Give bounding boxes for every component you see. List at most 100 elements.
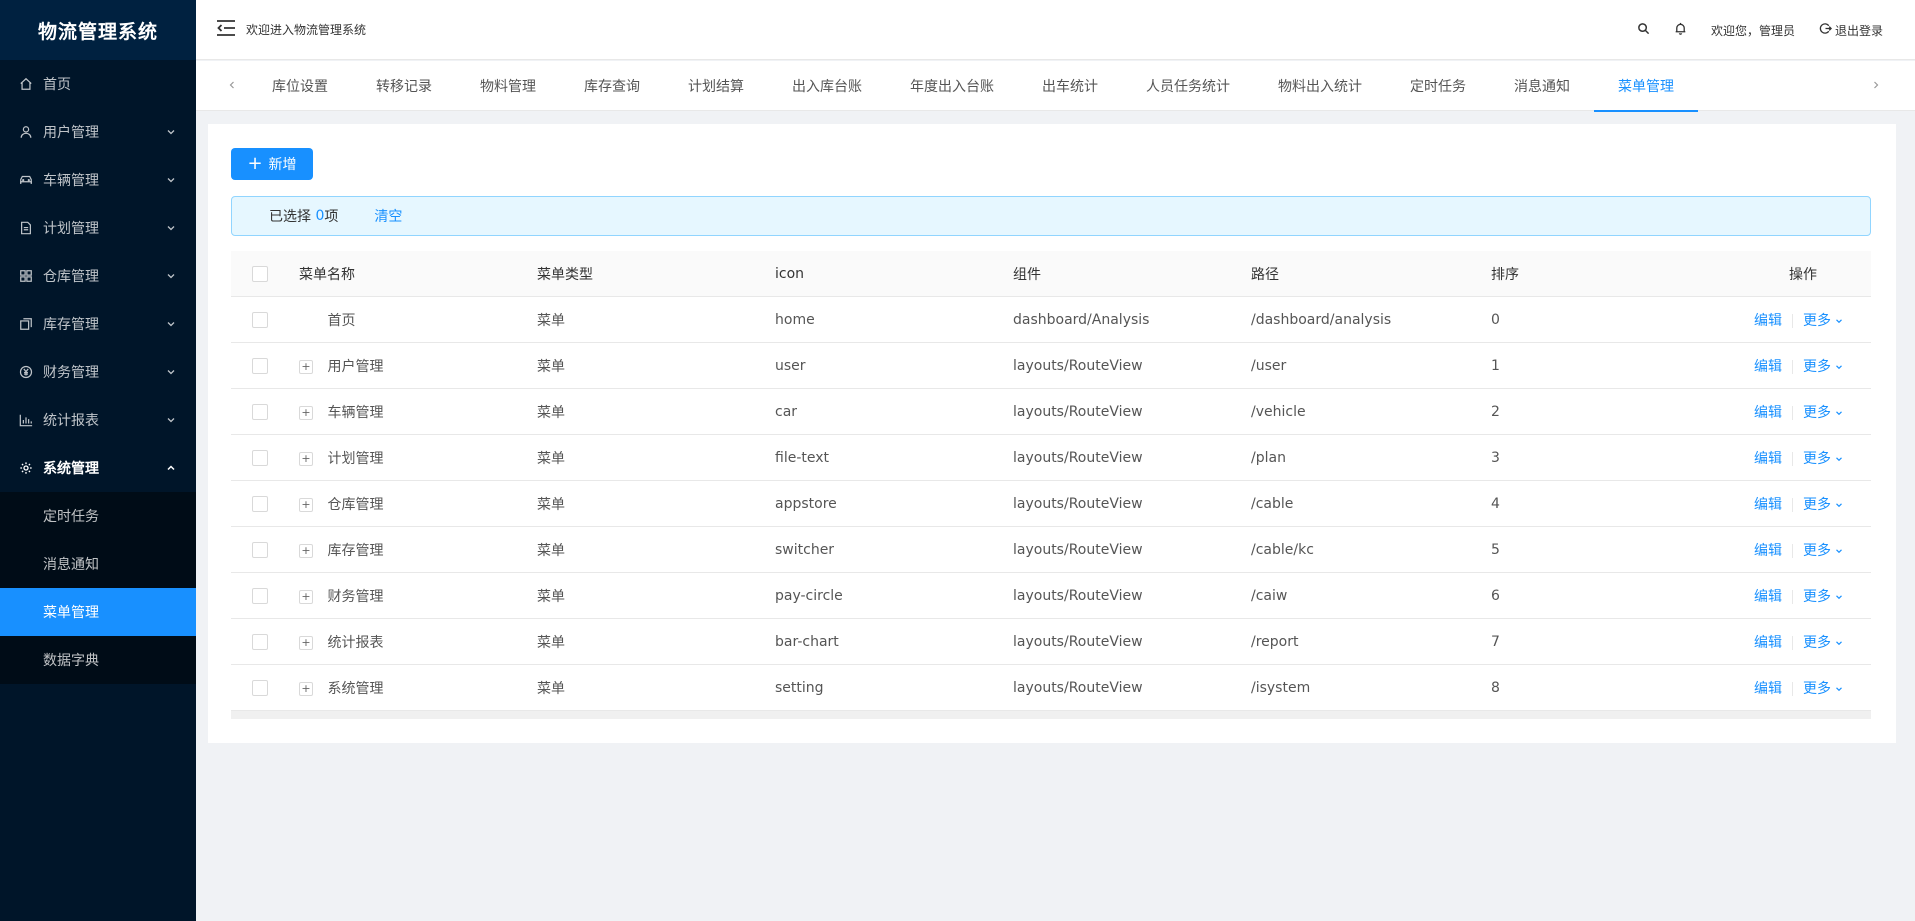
edit-link[interactable]: 编辑 xyxy=(1754,635,1782,651)
row-checkbox[interactable] xyxy=(252,587,268,604)
home-icon xyxy=(19,77,33,91)
tab-vehicle-stats[interactable]: 出车统计 xyxy=(1018,61,1122,111)
more-dropdown[interactable]: 更多 xyxy=(1803,405,1843,421)
sidebar-item-inventory[interactable]: 库存管理 xyxy=(0,300,196,348)
expand-icon[interactable]: + xyxy=(299,681,313,696)
expand-icon[interactable]: + xyxy=(299,543,313,558)
edit-link[interactable]: 编辑 xyxy=(1754,451,1782,467)
logout-icon xyxy=(1819,22,1832,38)
edit-link[interactable]: 编辑 xyxy=(1754,359,1782,375)
sidebar-item-home[interactable]: 首页 xyxy=(0,60,196,108)
table-row: + 仓库管理 菜单 appstore layouts/RouteView /ca… xyxy=(231,481,1871,527)
sidebar-item-reports[interactable]: 统计报表 xyxy=(0,396,196,444)
divider xyxy=(1792,451,1793,466)
tab-plan-settlement[interactable]: 计划结算 xyxy=(664,61,768,111)
more-dropdown[interactable]: 更多 xyxy=(1803,497,1843,513)
submenu-item-notifications[interactable]: 消息通知 xyxy=(0,540,196,588)
appstore-icon xyxy=(19,269,33,283)
chevron-down-icon xyxy=(166,367,176,377)
submenu-item-menu-management[interactable]: 菜单管理 xyxy=(0,588,196,636)
tab-staff-task-stats[interactable]: 人员任务统计 xyxy=(1122,61,1254,111)
row-checkbox[interactable] xyxy=(252,357,268,374)
sidebar-item-warehouse[interactable]: 仓库管理 xyxy=(0,252,196,300)
tab-label: 出入库台账 xyxy=(792,79,862,95)
table-row: + 财务管理 菜单 pay-circle layouts/RouteView /… xyxy=(231,573,1871,619)
sidebar-item-plans[interactable]: 计划管理 xyxy=(0,204,196,252)
row-checkbox[interactable] xyxy=(252,495,268,512)
select-all-checkbox[interactable] xyxy=(252,265,268,282)
sidebar-item-users[interactable]: 用户管理 xyxy=(0,108,196,156)
edit-link[interactable]: 编辑 xyxy=(1754,681,1782,697)
notification-button[interactable] xyxy=(1662,0,1699,60)
sidebar-item-finance[interactable]: 财务管理 xyxy=(0,348,196,396)
more-dropdown[interactable]: 更多 xyxy=(1803,313,1843,329)
row-checkbox[interactable] xyxy=(252,311,268,328)
expand-icon[interactable]: + xyxy=(299,635,313,650)
submenu-item-data-dictionary[interactable]: 数据字典 xyxy=(0,636,196,684)
submenu-item-label: 菜单管理 xyxy=(43,605,99,621)
more-label: 更多 xyxy=(1803,680,1831,697)
tab-label: 库位设置 xyxy=(272,79,328,95)
column-header-icon: icon xyxy=(775,265,805,282)
menu-component: layouts/RouteView xyxy=(1013,633,1143,650)
more-dropdown[interactable]: 更多 xyxy=(1803,589,1843,605)
tab-materials[interactable]: 物料管理 xyxy=(456,61,560,111)
sidebar-item-vehicles[interactable]: 车辆管理 xyxy=(0,156,196,204)
edit-link[interactable]: 编辑 xyxy=(1754,497,1782,513)
logout-button[interactable]: 退出登录 xyxy=(1807,0,1915,60)
horizontal-scrollbar[interactable] xyxy=(231,711,1871,719)
tab-inventory-query[interactable]: 库存查询 xyxy=(560,61,664,111)
user-menu[interactable]: 欢迎您，管理员 xyxy=(1699,0,1807,60)
submenu-item-scheduled-tasks[interactable]: 定时任务 xyxy=(0,492,196,540)
sidebar-item-system[interactable]: 系统管理 xyxy=(0,444,196,492)
divider xyxy=(1792,589,1793,604)
sidebar-item-label: 仓库管理 xyxy=(43,269,99,285)
tab-scheduled-tasks[interactable]: 定时任务 xyxy=(1386,61,1490,111)
menu-fold-button[interactable] xyxy=(212,16,240,44)
more-dropdown[interactable]: 更多 xyxy=(1803,543,1843,559)
tabs-scroll-left-button[interactable] xyxy=(222,61,242,111)
expand-icon[interactable]: + xyxy=(299,405,313,420)
search-button[interactable] xyxy=(1625,0,1662,60)
tab-material-stats[interactable]: 物料出入统计 xyxy=(1254,61,1386,111)
expand-icon[interactable]: + xyxy=(299,359,313,374)
row-checkbox[interactable] xyxy=(252,449,268,466)
expand-icon[interactable]: + xyxy=(299,497,313,512)
expand-icon[interactable]: + xyxy=(299,589,313,604)
tab-menu-management[interactable]: 菜单管理 xyxy=(1594,61,1698,112)
tabs-scroll-right-button[interactable] xyxy=(1866,61,1886,111)
menu-component: layouts/RouteView xyxy=(1013,357,1143,374)
edit-link[interactable]: 编辑 xyxy=(1754,589,1782,605)
add-button[interactable]: + 新增 xyxy=(231,148,313,180)
tab-inout-ledger[interactable]: 出入库台账 xyxy=(768,61,886,111)
more-label: 更多 xyxy=(1803,634,1831,651)
divider xyxy=(1792,543,1793,558)
table-body: 首页 菜单 home dashboard/Analysis /dashboard… xyxy=(231,297,1871,711)
menu-component: layouts/RouteView xyxy=(1013,541,1143,558)
tab-annual-ledger[interactable]: 年度出入台账 xyxy=(886,61,1018,111)
more-dropdown[interactable]: 更多 xyxy=(1803,359,1843,375)
more-dropdown[interactable]: 更多 xyxy=(1803,635,1843,651)
tab-location-settings[interactable]: 库位设置 xyxy=(248,61,352,111)
edit-link[interactable]: 编辑 xyxy=(1754,313,1782,329)
selection-suffix: 项 xyxy=(324,209,339,225)
more-label: 更多 xyxy=(1803,404,1831,421)
row-checkbox[interactable] xyxy=(252,541,268,558)
more-dropdown[interactable]: 更多 xyxy=(1803,451,1843,467)
chevron-down-icon xyxy=(1835,685,1843,693)
menu-component: layouts/RouteView xyxy=(1013,679,1143,696)
tab-transfer-records[interactable]: 转移记录 xyxy=(352,61,456,111)
expand-icon[interactable]: + xyxy=(299,451,313,466)
row-checkbox[interactable] xyxy=(252,403,268,420)
menu-name: 用户管理 xyxy=(327,358,384,375)
app-logo[interactable]: 物流管理系统 xyxy=(0,0,196,60)
row-checkbox[interactable] xyxy=(252,633,268,650)
edit-link[interactable]: 编辑 xyxy=(1754,405,1782,421)
more-dropdown[interactable]: 更多 xyxy=(1803,681,1843,697)
more-label: 更多 xyxy=(1803,450,1831,467)
tab-notifications[interactable]: 消息通知 xyxy=(1490,61,1594,111)
edit-link[interactable]: 编辑 xyxy=(1754,543,1782,559)
clear-selection-link[interactable]: 清空 xyxy=(374,206,402,226)
menu-component: layouts/RouteView xyxy=(1013,495,1143,512)
row-checkbox[interactable] xyxy=(252,679,268,696)
